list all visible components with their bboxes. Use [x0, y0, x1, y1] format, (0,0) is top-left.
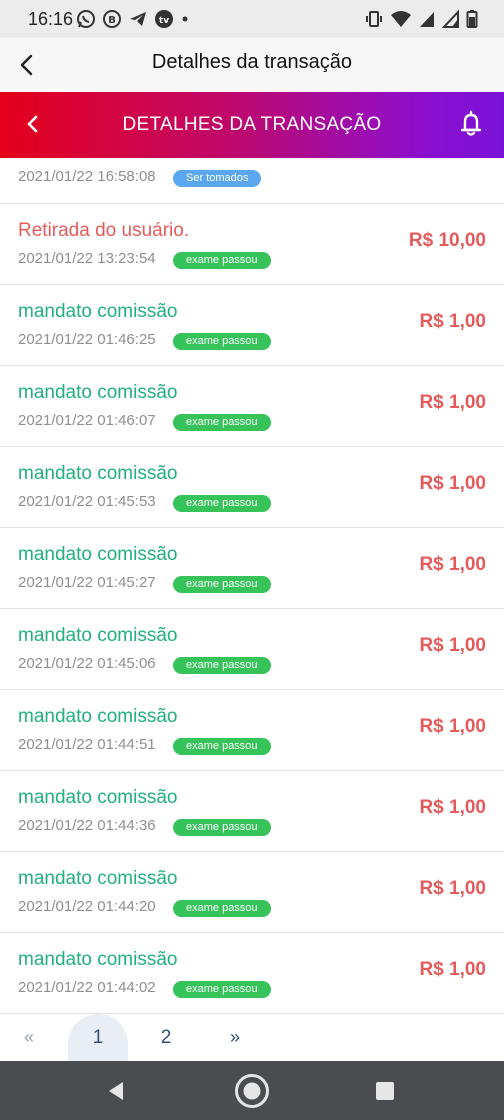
pagination-page-2[interactable]: 2 — [138, 1014, 194, 1061]
transaction-amount: R$ 1,00 — [419, 311, 486, 332]
transaction-row[interactable]: 2021/01/22 16:58:08 Ser tomados — [0, 158, 504, 204]
transaction-amount: R$ 1,00 — [419, 878, 486, 899]
transaction-date: 2021/01/22 01:44:51 — [18, 736, 156, 753]
battery-icon — [466, 10, 478, 28]
transaction-row[interactable]: mandato comissão 2021/01/22 01:46:25 exa… — [0, 285, 504, 366]
transaction-title: mandato comissão — [18, 301, 178, 322]
nav-home-button[interactable] — [232, 1071, 272, 1111]
status-badge: exame passou — [173, 252, 271, 269]
transaction-row[interactable]: mandato comissão 2021/01/22 01:46:07 exa… — [0, 366, 504, 447]
page-banner: DETALHES DA TRANSAÇÃO — [0, 92, 504, 158]
transaction-title: mandato comissão — [18, 868, 178, 889]
transaction-row[interactable]: Retirada do usuário. 2021/01/22 13:23:54… — [0, 204, 504, 285]
dot-icon — [182, 16, 188, 22]
transaction-date: 2021/01/22 01:44:20 — [18, 898, 156, 915]
transaction-amount: R$ 1,00 — [419, 554, 486, 575]
transaction-amount: R$ 10,00 — [408, 230, 486, 251]
banner-title: DETALHES DA TRANSAÇÃO — [122, 114, 382, 135]
svg-text:tv: tv — [159, 16, 169, 26]
transaction-amount: R$ 1,00 — [419, 959, 486, 980]
back-triangle-icon — [109, 1082, 123, 1100]
home-circle-icon — [235, 1074, 269, 1108]
transaction-amount: R$ 1,00 — [419, 392, 486, 413]
transaction-date: 2021/01/22 01:45:06 — [18, 655, 156, 672]
transaction-date: 2021/01/22 01:44:02 — [18, 979, 156, 996]
navigation-bar — [0, 1061, 504, 1120]
status-badge: exame passou — [173, 333, 271, 350]
transaction-title: mandato comissão — [18, 706, 178, 727]
transaction-title: mandato comissão — [18, 463, 178, 484]
system-icons — [364, 8, 478, 30]
transaction-amount: R$ 1,00 — [419, 716, 486, 737]
svg-text:B: B — [108, 15, 116, 26]
transaction-title: mandato comissão — [18, 382, 178, 403]
status-badge: exame passou — [173, 738, 271, 755]
status-time: 16:16 — [28, 9, 74, 29]
nav-back-button[interactable] — [96, 1071, 136, 1111]
transaction-row[interactable]: mandato comissão 2021/01/22 01:44:02 exa… — [0, 933, 504, 1014]
status-badge: Ser tomados — [173, 170, 262, 187]
status-badge: exame passou — [173, 495, 271, 512]
page-title: Detalhes da transação — [151, 51, 353, 73]
status-badge: exame passou — [173, 981, 271, 998]
transaction-date: 2021/01/22 01:46:25 — [18, 331, 156, 348]
signal-icon — [442, 9, 459, 28]
transaction-row[interactable]: mandato comissão 2021/01/22 01:44:20 exa… — [0, 852, 504, 933]
nav-recents-button[interactable] — [365, 1071, 405, 1111]
transaction-title: Retirada do usuário. — [18, 220, 190, 241]
transaction-list: 2021/01/22 16:58:08 Ser tomados Retirada… — [0, 158, 504, 1014]
status-badge: exame passou — [173, 657, 271, 674]
recents-square-icon — [376, 1082, 394, 1100]
status-bar: 16:16 B tv — [0, 0, 504, 38]
transaction-amount: R$ 1,00 — [419, 473, 486, 494]
notification-icons: B tv — [76, 8, 190, 30]
tv-icon: tv — [155, 10, 173, 28]
transaction-date: 2021/01/22 01:45:27 — [18, 574, 156, 591]
vibrate-icon — [366, 11, 382, 27]
transaction-title: mandato comissão — [18, 625, 178, 646]
signal-icon — [420, 12, 434, 27]
wifi-icon — [391, 11, 411, 27]
status-badge: exame passou — [173, 414, 271, 431]
transaction-date: 2021/01/22 01:45:53 — [18, 493, 156, 510]
app-header: Detalhes da transação — [0, 38, 504, 92]
transaction-amount: R$ 1,00 — [419, 635, 486, 656]
status-badge: exame passou — [173, 819, 271, 836]
status-badge: exame passou — [173, 576, 271, 593]
transaction-row[interactable]: mandato comissão 2021/01/22 01:45:53 exa… — [0, 447, 504, 528]
transaction-row[interactable]: mandato comissão 2021/01/22 01:45:27 exa… — [0, 528, 504, 609]
transaction-title: mandato comissão — [18, 787, 178, 808]
transaction-date: 2021/01/22 01:46:07 — [18, 412, 156, 429]
transaction-date: 2021/01/22 16:58:08 — [18, 168, 156, 185]
pagination-page-1[interactable]: 1 — [68, 1014, 128, 1061]
whatsapp-icon — [77, 10, 95, 28]
b-app-icon: B — [103, 10, 121, 28]
transaction-row[interactable]: mandato comissão 2021/01/22 01:44:51 exa… — [0, 690, 504, 771]
transaction-row[interactable]: mandato comissão 2021/01/22 01:44:36 exa… — [0, 771, 504, 852]
pagination-next-button[interactable]: » — [218, 1014, 252, 1061]
status-badge: exame passou — [173, 900, 271, 917]
transaction-date: 2021/01/22 13:23:54 — [18, 250, 156, 267]
transaction-amount: R$ 1,00 — [419, 797, 486, 818]
bell-icon[interactable] — [456, 109, 486, 139]
pagination-prev-button[interactable]: « — [12, 1014, 46, 1061]
pagination: « 1 2 » — [0, 1014, 504, 1061]
telegram-icon — [130, 12, 146, 26]
transaction-title: mandato comissão — [18, 949, 178, 970]
transaction-row[interactable]: mandato comissão 2021/01/22 01:45:06 exa… — [0, 609, 504, 690]
transaction-date: 2021/01/22 01:44:36 — [18, 817, 156, 834]
transaction-title: mandato comissão — [18, 544, 178, 565]
